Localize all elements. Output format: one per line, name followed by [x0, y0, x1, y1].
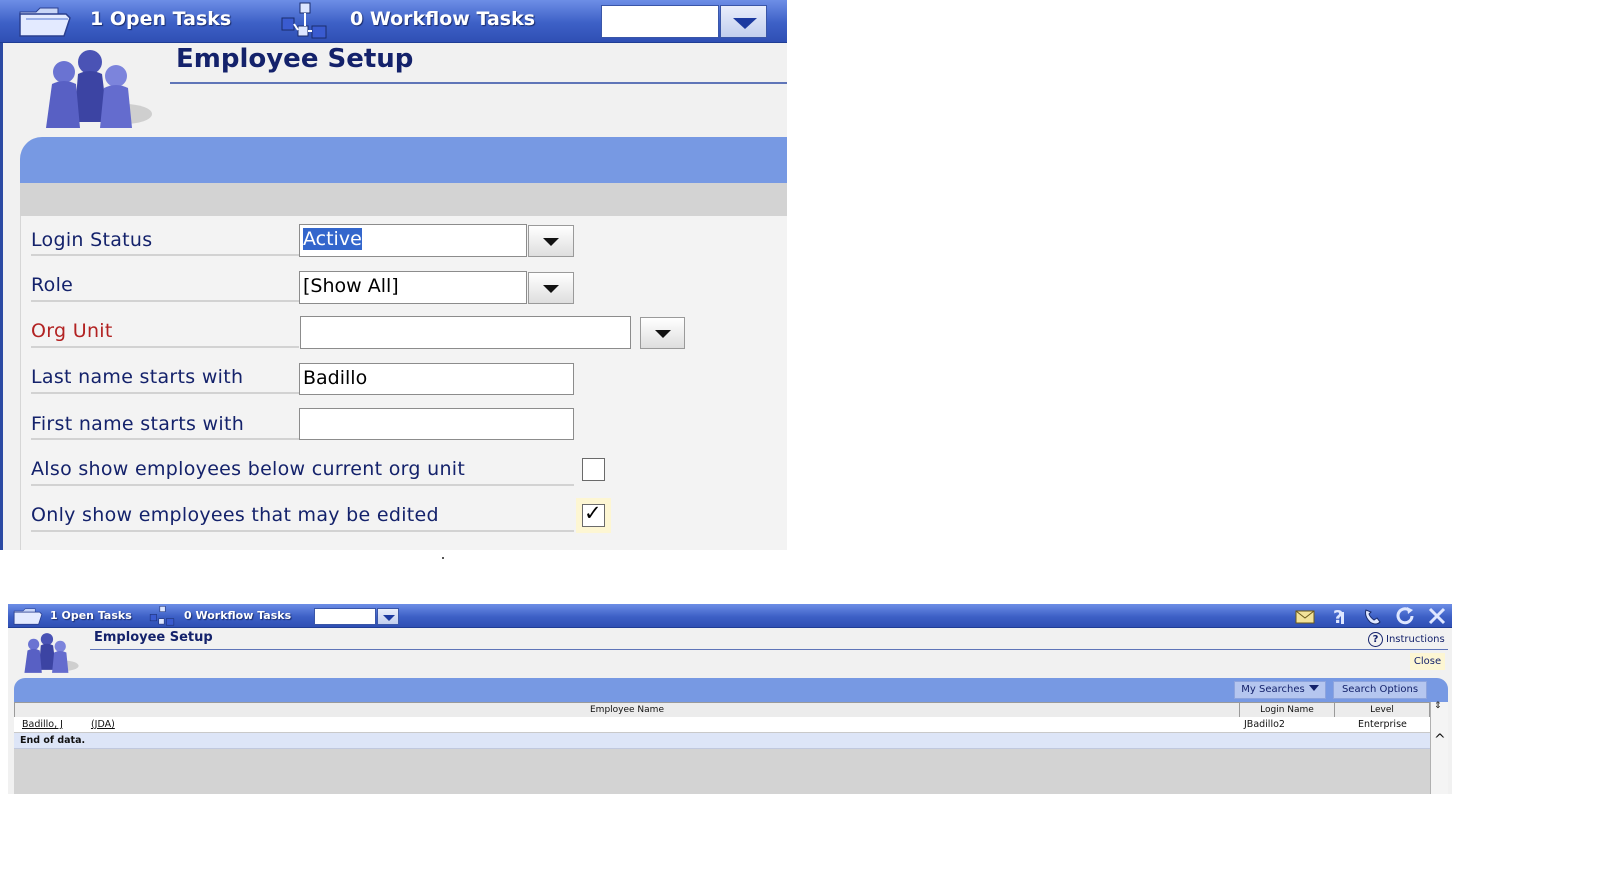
role-label: Role: [31, 274, 74, 296]
results-scrollbar[interactable]: ⇕ ^: [1430, 702, 1448, 794]
chevron-down-icon: [543, 285, 559, 293]
last-name-input[interactable]: Badillo: [299, 363, 574, 395]
show-below-label: Also show employees below current org un…: [31, 458, 466, 480]
workflow-tasks-link[interactable]: 0 Workflow Tasks: [350, 8, 535, 30]
only-editable-checkbox[interactable]: ✓: [582, 501, 605, 527]
employee-name: Badillo, J: [22, 719, 63, 730]
open-tasks-link[interactable]: 1 Open Tasks: [50, 609, 132, 622]
table-row[interactable]: [14, 717, 1430, 733]
org-unit-input[interactable]: [300, 316, 631, 349]
title-divider: [170, 82, 787, 84]
role-select[interactable]: [Show All]: [299, 271, 527, 304]
login-status-underline: [31, 254, 299, 256]
org-unit-underline: [31, 346, 299, 348]
task-combo-dropdown-button[interactable]: [377, 608, 399, 625]
checkmark-icon: ✓: [584, 501, 602, 525]
chevron-down-icon: [655, 330, 671, 338]
zoomed-employee-setup-panel: 1 Open Tasks 0 Workflow Tasks Employee S…: [0, 0, 787, 550]
only-editable-underline: [31, 530, 574, 532]
close-icon[interactable]: [1426, 606, 1448, 626]
my-searches-label: My Searches: [1241, 684, 1305, 695]
login-status-value: Active: [303, 228, 362, 250]
last-name-label: Last name starts with: [31, 366, 244, 388]
phone-icon[interactable]: [1362, 606, 1384, 626]
scroll-up-icon[interactable]: ^: [1434, 732, 1446, 748]
login-status-dropdown-button[interactable]: [528, 225, 574, 257]
level-cell: Enterprise: [1358, 719, 1407, 730]
task-combo-input[interactable]: [601, 5, 719, 38]
first-name-label: First name starts with: [31, 413, 245, 435]
sort-toggle-icon[interactable]: ⇕: [1434, 702, 1442, 711]
workflow-icon[interactable]: [278, 2, 330, 40]
end-of-data-row: End of data.: [14, 733, 1430, 749]
results-header-bar: [14, 678, 1448, 702]
mail-icon[interactable]: [1294, 606, 1316, 626]
help-icon[interactable]: ?: [1328, 606, 1350, 626]
org-unit-dropdown-button[interactable]: [640, 317, 685, 349]
column-header-level[interactable]: Level: [1334, 702, 1430, 718]
employee-name-link[interactable]: Badillo, J (JDA): [22, 717, 115, 733]
employees-icon: [24, 633, 79, 673]
open-tasks-link[interactable]: 1 Open Tasks: [90, 8, 231, 30]
role-dropdown-button[interactable]: [528, 272, 574, 304]
show-below-checkbox[interactable]: [582, 458, 605, 481]
column-header-login-name[interactable]: Login Name: [1239, 702, 1335, 718]
page-title: Employee Setup: [176, 44, 414, 74]
help-circle-icon: ?: [1368, 632, 1383, 647]
task-bar: 1 Open Tasks 0 Workflow Tasks ?: [8, 604, 1452, 628]
left-edge: [0, 43, 3, 550]
org-unit-label: Org Unit: [31, 320, 113, 342]
refresh-icon[interactable]: [1395, 606, 1417, 626]
login-status-label: Login Status: [31, 229, 153, 251]
chevron-down-icon: [1308, 685, 1319, 691]
login-name-cell: JBadillo2: [1244, 719, 1285, 730]
folder-icon[interactable]: [13, 606, 43, 626]
close-button[interactable]: Close: [1410, 653, 1445, 670]
first-name-underline: [31, 438, 299, 440]
chevron-down-icon: [543, 238, 559, 246]
workflow-icon[interactable]: [148, 605, 176, 627]
show-below-underline: [31, 484, 574, 486]
instructions-label: Instructions: [1386, 634, 1445, 645]
chevron-down-icon: [733, 18, 757, 29]
task-combo-input[interactable]: [314, 608, 376, 625]
employees-icon: [46, 50, 152, 128]
title-divider: [90, 649, 1448, 650]
task-bar: 1 Open Tasks 0 Workflow Tasks: [0, 0, 787, 43]
results-employee-setup-panel: 1 Open Tasks 0 Workflow Tasks ? Employee…: [8, 604, 1452, 794]
folder-icon[interactable]: [18, 4, 72, 38]
last-name-underline: [31, 392, 299, 394]
chevron-down-icon: [383, 615, 395, 621]
login-status-select[interactable]: Active: [299, 224, 527, 257]
role-underline: [31, 300, 299, 302]
my-searches-button[interactable]: My Searches: [1234, 681, 1326, 699]
task-combo-dropdown-button[interactable]: [720, 5, 767, 38]
column-header-employee-name[interactable]: Employee Name: [14, 702, 1240, 718]
search-header-bar: [20, 137, 787, 183]
stray-dot: [442, 557, 444, 559]
workflow-tasks-link[interactable]: 0 Workflow Tasks: [184, 609, 291, 622]
only-editable-label: Only show employees that may be edited: [31, 504, 439, 526]
first-name-input[interactable]: [299, 408, 574, 440]
page-title: Employee Setup: [94, 630, 213, 645]
employee-code: (JDA): [90, 719, 115, 730]
search-options-button[interactable]: Search Options: [1333, 681, 1427, 699]
instructions-link[interactable]: ? Instructions: [1368, 632, 1445, 647]
search-subheader-bar: [20, 183, 787, 216]
